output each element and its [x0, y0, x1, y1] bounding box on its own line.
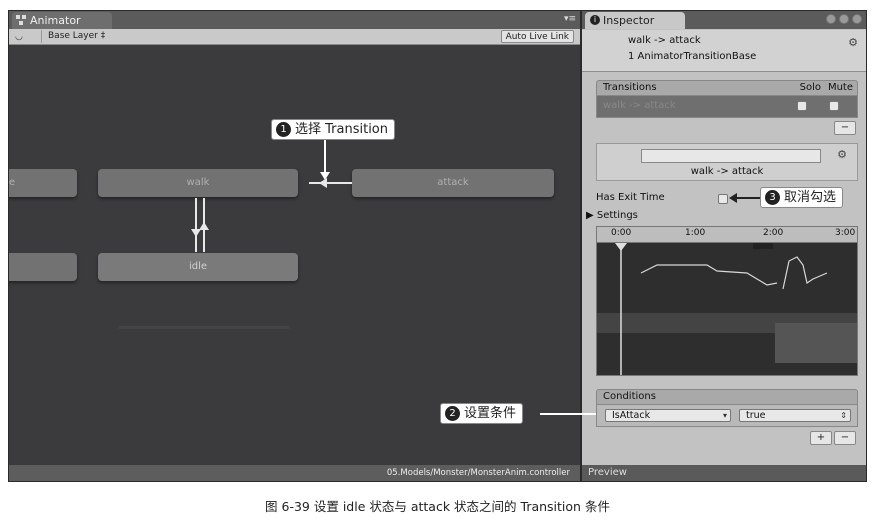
inspector-window: i Inspector walk -> attack 1 AnimatorTra… — [581, 10, 867, 482]
animator-tab[interactable]: Animator — [12, 12, 112, 29]
tab-menu-icon[interactable]: ▾≡ — [564, 14, 576, 24]
figure-caption: 图 6-39 设置 idle 状态与 attack 状态之间的 Transiti… — [265, 499, 610, 514]
playhead-marker-icon[interactable] — [615, 243, 627, 251]
settings-foldout[interactable]: ▶ Settings — [586, 210, 638, 221]
condition-value-dropdown[interactable]: true ⇕ — [739, 409, 851, 422]
tick-label-1: 1:00 — [685, 228, 706, 238]
mute-checkbox[interactable] — [829, 101, 839, 111]
state-node-walk-label: walk — [186, 177, 210, 188]
add-condition-button[interactable]: + — [810, 431, 832, 445]
info-icon: i — [590, 15, 600, 25]
callout-number-2: 2 — [445, 406, 460, 421]
conditions-header: Conditions — [596, 389, 858, 405]
state-node-idle[interactable]: idle — [98, 253, 298, 281]
transition-arrow-up-icon — [199, 222, 209, 230]
window-zoom-icon[interactable] — [839, 14, 849, 24]
preview-label: Preview — [588, 467, 627, 478]
callout-uncheck: 3 取消勾选 — [760, 187, 844, 208]
callout-number-1: 1 — [276, 122, 291, 137]
animator-tab-label: Animator — [30, 14, 81, 27]
transition-gear-icon[interactable]: ⚙ — [837, 148, 847, 161]
tick-label-3: 3:00 — [835, 228, 856, 238]
tick-label-2: 2:00 — [763, 228, 784, 238]
remove-transition-button[interactable]: − — [834, 121, 856, 135]
transition-name-label: walk -> attack — [690, 166, 764, 177]
has-exit-time-label: Has Exit Time — [596, 192, 665, 203]
callout-pointer-2 — [540, 413, 596, 415]
window-close-icon[interactable] — [852, 14, 862, 24]
controller-path-bar: 05.Models/Monster/MonsterAnim.controller — [9, 465, 580, 481]
transitions-header: Transitions Solo Mute — [596, 80, 858, 96]
transition-range-handle[interactable] — [753, 243, 773, 249]
transition-line-walk-attack[interactable] — [309, 182, 352, 184]
callout-set-condition: 2 设置条件 — [440, 403, 524, 424]
faint-node-shadow — [119, 326, 289, 329]
state-node-walk[interactable]: walk — [98, 169, 298, 197]
transitions-header-label: Transitions — [603, 82, 657, 93]
condition-value: true — [746, 410, 766, 421]
tick-label-0: 0:00 — [611, 228, 632, 238]
callout-text-2: 设置条件 — [464, 406, 517, 421]
inspector-tabbar: i Inspector — [582, 11, 866, 29]
state-node-partial-lower[interactable] — [9, 253, 77, 281]
inspector-title: walk -> attack — [628, 35, 701, 46]
attack-curve — [782, 256, 828, 290]
callout-text-1: 选择 Transition — [295, 122, 388, 137]
transition-timeline[interactable]: 0:00 1:00 2:00 3:00 — [596, 226, 858, 376]
condition-parameter-dropdown[interactable]: IsAttack ▾ — [605, 409, 731, 422]
layer-selector[interactable]: Base Layer ‡ — [41, 30, 111, 43]
condition-row: IsAttack ▾ true ⇕ — [596, 405, 858, 427]
transition-name-box: ⚙ walk -> attack — [596, 143, 858, 181]
callout-pointer-1 — [324, 140, 326, 176]
animator-icon — [16, 15, 26, 25]
inspector-tab-label: Inspector — [603, 14, 655, 27]
state-node-idle-label: idle — [188, 261, 208, 272]
auto-live-link-button[interactable]: Auto Live Link — [500, 30, 574, 43]
animator-tabbar: Animator ▾≡ — [9, 11, 580, 29]
transition-name-input[interactable] — [641, 149, 821, 163]
callout-text-3: 取消勾选 — [784, 190, 837, 205]
has-exit-time-checkbox[interactable] — [718, 194, 728, 204]
eye-icon[interactable]: ◡ — [15, 32, 23, 42]
remove-condition-button[interactable]: − — [834, 431, 856, 445]
transition-arrow-down-icon — [191, 229, 201, 237]
inspector-header: walk -> attack 1 AnimatorTransitionBase … — [582, 30, 866, 72]
state-node-partial[interactable]: tte — [9, 169, 77, 197]
timeline-ruler: 0:00 1:00 2:00 3:00 — [597, 227, 857, 243]
attack-track — [775, 323, 857, 363]
callout-arrow-3-icon — [729, 193, 737, 203]
timeline-graph — [597, 243, 857, 375]
inspector-tab[interactable]: i Inspector — [585, 12, 685, 29]
walk-curve — [640, 264, 778, 286]
callout-number-3: 3 — [765, 190, 780, 205]
solo-column-label: Solo — [799, 82, 821, 93]
callout-arrow-1-icon — [320, 172, 330, 180]
state-node-attack-label: attack — [437, 177, 469, 188]
transition-list-item-label: walk -> attack — [603, 100, 676, 111]
transition-list-item[interactable]: walk -> attack — [596, 96, 858, 118]
solo-checkbox[interactable] — [797, 101, 807, 111]
mute-column-label: Mute — [827, 82, 853, 93]
settings-gear-icon[interactable]: ⚙ — [848, 36, 858, 49]
figure: Animator ▾≡ ◡ Base Layer ‡ Auto Live Lin… — [0, 0, 875, 521]
animator-toolbar: ◡ Base Layer ‡ Auto Live Link — [9, 29, 580, 45]
controller-path: 05.Models/Monster/MonsterAnim.controller — [386, 468, 570, 478]
settings-label: Settings — [596, 210, 638, 221]
window-minimize-icon[interactable] — [826, 14, 836, 24]
transition-line-walk-idle[interactable] — [195, 198, 197, 252]
stepper-arrows-icon: ⇕ — [840, 411, 847, 420]
inspector-subtitle: 1 AnimatorTransitionBase — [628, 51, 757, 62]
dropdown-arrow-icon: ▾ — [722, 411, 727, 420]
state-node-partial-label: tte — [9, 177, 15, 188]
callout-select-transition: 1 选择 Transition — [271, 119, 395, 140]
condition-parameter-value: IsAttack — [612, 410, 651, 421]
conditions-header-label: Conditions — [603, 391, 656, 402]
preview-bar[interactable]: Preview — [582, 465, 866, 481]
state-node-attack[interactable]: attack — [352, 169, 554, 197]
callout-pointer-3 — [736, 197, 760, 199]
